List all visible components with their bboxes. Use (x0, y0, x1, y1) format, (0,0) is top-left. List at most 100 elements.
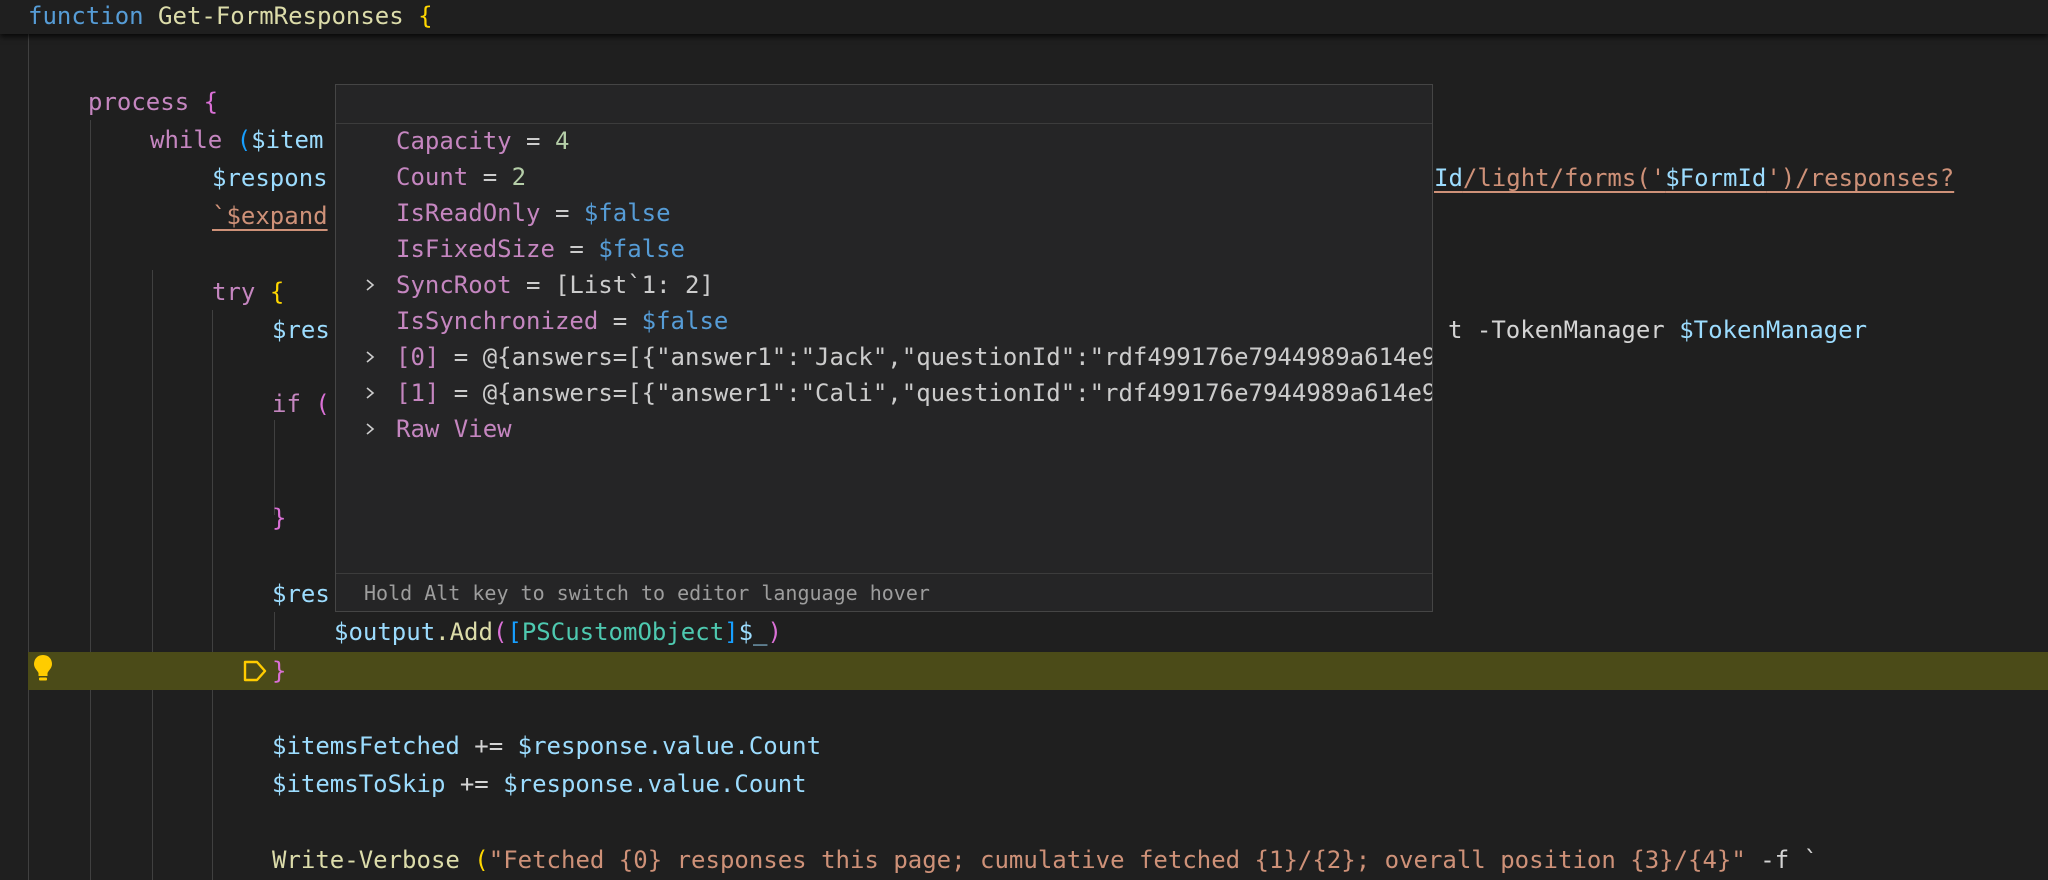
response-variable: $response (503, 770, 634, 798)
code-line-highlighted-brace[interactable]: } (272, 652, 286, 690)
hover-row: Count = 2 (336, 159, 1432, 195)
hover-row-equals: = (439, 379, 483, 407)
current-line-highlight (28, 652, 2048, 690)
chevron-right-icon[interactable] (364, 351, 376, 363)
function-keyword: function (28, 2, 144, 30)
indent-guide (152, 270, 153, 880)
indent-guide (28, 34, 29, 880)
res-variable: $res (272, 316, 330, 344)
response-variable: $response (517, 732, 648, 760)
highlighted-close-brace: } (272, 657, 287, 685)
try-brace: { (269, 278, 285, 306)
hover-row-value: $false (641, 307, 729, 335)
code-line-expand[interactable]: `$expand (212, 197, 328, 235)
response-variable: $respons (212, 164, 328, 192)
chevron-right-icon[interactable] (364, 387, 376, 399)
hover-row-equals: = (540, 199, 584, 227)
url-path: /light/forms(' (1462, 164, 1666, 192)
hover-row-equals: = (511, 271, 555, 299)
hover-row: IsSynchronized = $false (336, 303, 1432, 339)
hover-row-name: SyncRoot (396, 271, 512, 299)
code-line-items-to-skip[interactable]: $itemsToSkip += $response.value.Count (272, 765, 807, 803)
hover-row-equals: = (598, 307, 642, 335)
hover-row-name: IsFixedSize (396, 235, 555, 263)
code-line-if[interactable]: if ( (272, 385, 330, 423)
code-line-url-tail[interactable]: Id/light/forms('$FormId')/responses? (1434, 159, 1954, 197)
process-keyword: process (88, 88, 190, 116)
code-line-try[interactable]: try { (212, 273, 284, 311)
hover-row[interactable]: [0] = @{answers=[{"answer1":"Jack","ques… (336, 339, 1432, 375)
breakpoint-stopped-icon[interactable] (242, 658, 268, 684)
hover-row-value: [List`1: 2] (554, 271, 714, 299)
write-verbose-cmdlet: Write-Verbose (272, 846, 460, 874)
indent-guide (212, 310, 213, 880)
hover-row-name: IsSynchronized (396, 307, 599, 335)
indent-guide (274, 612, 275, 650)
function-name: Get-FormResponses (158, 2, 404, 30)
hover-row: IsFixedSize = $false (336, 231, 1432, 267)
while-keyword: while (150, 126, 223, 154)
hover-row[interactable]: Raw View (336, 411, 1432, 447)
value-count-property: .value.Count (647, 732, 822, 760)
hover-row-name: Count (396, 163, 469, 191)
if-paren: ( (315, 390, 330, 418)
add-open-paren: ( (492, 618, 508, 646)
output-variable: $output (334, 618, 436, 646)
code-line-while[interactable]: while ($item (150, 121, 323, 159)
hover-row-name: [1] (396, 379, 440, 407)
hover-row-value: @{answers=[{"answer1":"Jack","questionId… (482, 343, 1432, 371)
hover-row-name: [0] (396, 343, 440, 371)
code-line-write-verbose[interactable]: Write-Verbose ("Fetched {0} responses th… (272, 841, 1818, 879)
while-variable: $item (251, 126, 324, 154)
plus-equals-operator: += (445, 770, 504, 798)
code-line-response[interactable]: $respons (212, 159, 328, 197)
format-operator: -f ` (1745, 846, 1819, 874)
function-brace: { (418, 2, 433, 30)
try-keyword: try (212, 278, 256, 306)
hover-row-name: Raw View (396, 415, 512, 443)
write-verbose-open-paren: ( (459, 846, 489, 874)
hover-row-name: Capacity (396, 127, 512, 155)
hover-row-value: $false (583, 199, 671, 227)
sticky-function-line: function Get-FormResponses { (28, 0, 433, 35)
indent-guide (90, 120, 91, 880)
if-close-brace: } (272, 504, 287, 532)
url-end: ')/responses? (1766, 164, 1955, 192)
chevron-right-icon[interactable] (364, 423, 376, 435)
code-line-process[interactable]: process { (88, 83, 218, 121)
hover-row-equals: = (511, 127, 555, 155)
code-line-items-fetched[interactable]: $itemsFetched += $response.value.Count (272, 727, 821, 765)
debug-hover-widget[interactable]: Capacity = 4 Count = 2 IsReadOnly = $false… (335, 84, 1433, 612)
value-count-property: .value.Count (633, 770, 807, 798)
hover-row-value: $false (598, 235, 686, 263)
chevron-right-icon[interactable] (364, 279, 376, 291)
plus-equals-operator: += (459, 732, 518, 760)
if-keyword: if (272, 390, 301, 418)
res2-variable: $res (272, 580, 330, 608)
code-line-token[interactable]: t -TokenManager $TokenManager (1448, 311, 1867, 349)
items-fetched-variable: $itemsFetched (272, 732, 460, 760)
add-method: .Add (435, 618, 493, 646)
add-close-paren: ) (767, 618, 782, 646)
pscustomobject-type: PSCustomObject (521, 618, 725, 646)
lightbulb-icon[interactable] (32, 653, 54, 683)
process-brace: { (203, 88, 219, 116)
hover-row-equals: = (439, 343, 483, 371)
code-line-res[interactable]: $res (272, 311, 330, 349)
code-line-close-brace[interactable]: } (272, 499, 286, 537)
hover-row[interactable]: SyncRoot = [List`1: 2] (336, 267, 1432, 303)
hover-row-name: IsReadOnly (396, 199, 541, 227)
token-parameter: t -TokenManager (1448, 316, 1680, 344)
hover-row-value: 4 (554, 127, 570, 155)
code-line-res2[interactable]: $res (272, 575, 330, 613)
hover-row: Capacity = 4 (336, 123, 1432, 159)
hover-footer-hint: Hold Alt key to switch to editor languag… (336, 573, 1432, 611)
url-formid-variable: $FormId (1665, 164, 1767, 192)
code-line-output-add[interactable]: $output.Add([PSCustomObject]$_) (334, 613, 782, 651)
pipeline-variable: $_ (738, 618, 768, 646)
type-open-bracket: [ (507, 618, 522, 646)
hover-row[interactable]: [1] = @{answers=[{"answer1":"Cali","ques… (336, 375, 1432, 411)
type-close-bracket: ] (724, 618, 739, 646)
hover-row-value: 2 (511, 163, 527, 191)
sticky-scroll-header[interactable]: function Get-FormResponses { (0, 0, 2048, 34)
